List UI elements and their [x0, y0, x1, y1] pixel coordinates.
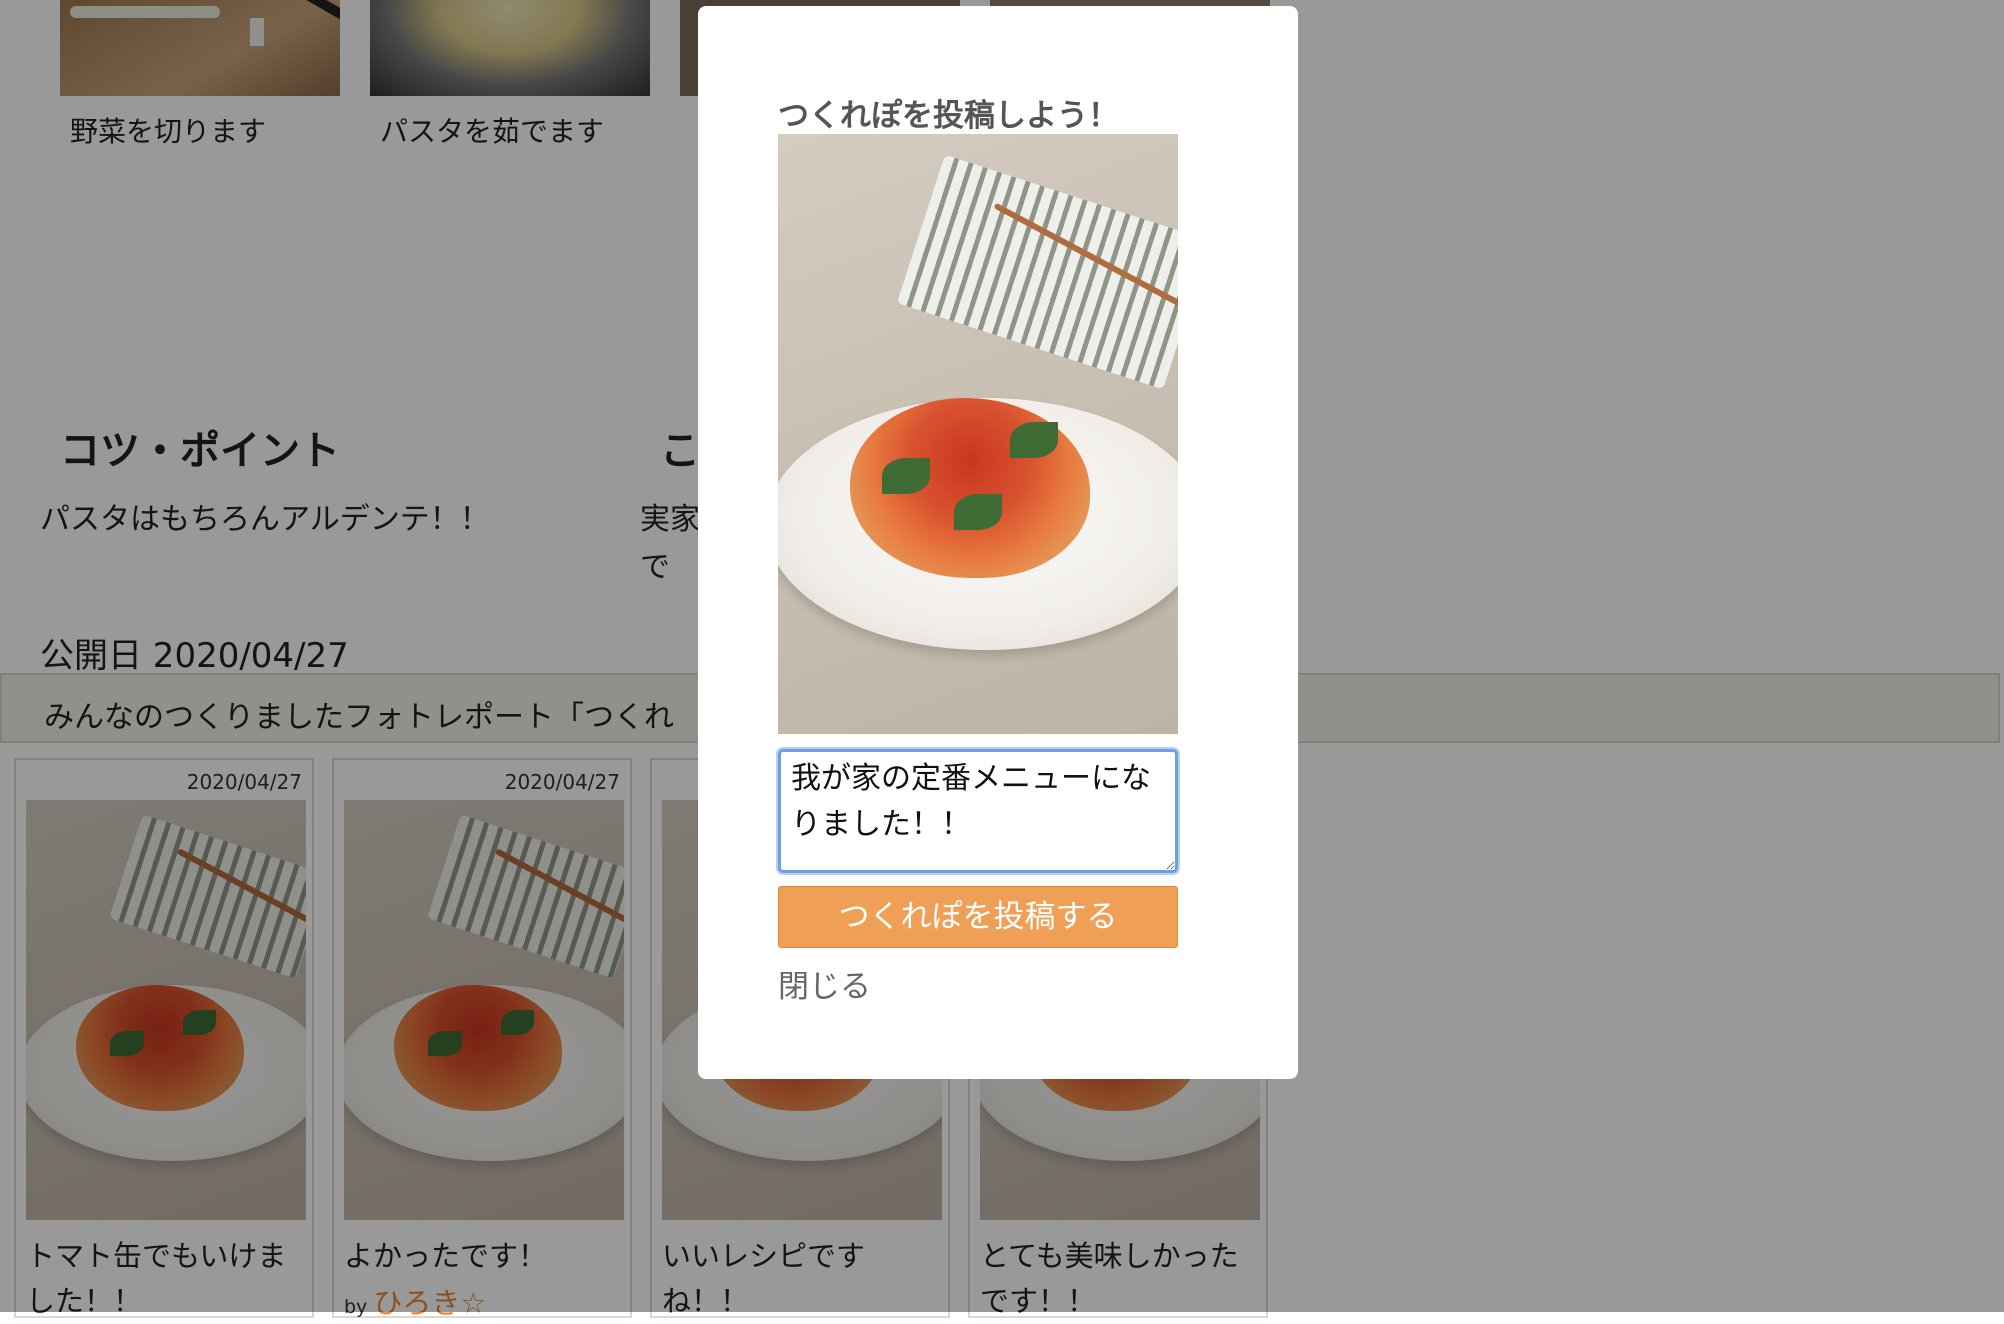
- submit-button[interactable]: つくれぽを投稿する: [778, 886, 1178, 948]
- preview-photo: [778, 134, 1178, 734]
- close-link[interactable]: 閉じる: [778, 961, 871, 1006]
- comment-field[interactable]: 我が家の定番メニューになりました！！: [778, 749, 1178, 873]
- tsukurepo-modal: つくれぽを投稿しよう！ 我が家の定番メニューになりました！！ つくれぽを投稿する…: [698, 6, 1298, 1079]
- modal-title: つくれぽを投稿しよう！: [778, 98, 1119, 134]
